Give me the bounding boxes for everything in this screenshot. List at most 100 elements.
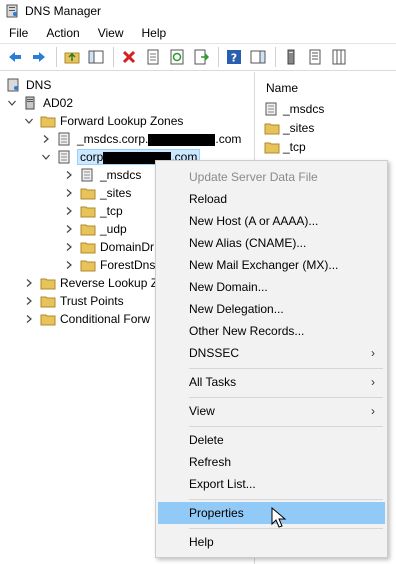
- show-hide-tree-icon[interactable]: [85, 46, 107, 68]
- chevron-right-icon[interactable]: [63, 241, 75, 253]
- toolbar-separator: [275, 47, 276, 67]
- submenu-arrow-icon: ›: [371, 404, 375, 418]
- chevron-right-icon[interactable]: [23, 295, 35, 307]
- chevron-down-icon[interactable]: [23, 115, 35, 127]
- menu-export-list[interactable]: Export List...: [158, 473, 385, 495]
- menu-help[interactable]: Help: [133, 26, 176, 40]
- forward-icon[interactable]: [28, 46, 50, 68]
- properties-icon[interactable]: [142, 46, 164, 68]
- menu-separator: [189, 426, 383, 427]
- list-item[interactable]: _tcp: [264, 138, 306, 156]
- svg-text:?: ?: [231, 52, 237, 65]
- zone-icon: [57, 132, 73, 146]
- tree-node-child-sites[interactable]: _sites: [63, 184, 131, 202]
- tree-node-child-msdcs[interactable]: _msdcs: [63, 166, 141, 184]
- menu-dnssec[interactable]: DNSSEC ›: [158, 342, 385, 364]
- chevron-right-icon[interactable]: [63, 205, 75, 217]
- delete-icon[interactable]: [118, 46, 140, 68]
- menu-separator: [189, 397, 383, 398]
- folder-icon: [264, 140, 280, 154]
- menu-new-delegation[interactable]: New Delegation...: [158, 298, 385, 320]
- folder-icon: [40, 276, 56, 290]
- corp-zone-prefix: corp: [80, 150, 104, 164]
- title-bar: DNS Manager: [0, 0, 396, 22]
- zone-icon: [264, 102, 280, 116]
- folder-icon: [80, 258, 96, 272]
- toolbar-separator: [56, 47, 57, 67]
- zone-icon: [57, 150, 73, 164]
- menu-reload[interactable]: Reload: [158, 188, 385, 210]
- menu-all-tasks[interactable]: All Tasks ›: [158, 371, 385, 393]
- menu-view[interactable]: View ›: [158, 400, 385, 422]
- tree-node-dns[interactable]: DNS: [6, 76, 51, 94]
- menu-new-domain[interactable]: New Domain...: [158, 276, 385, 298]
- action-pane-icon[interactable]: [247, 46, 269, 68]
- menu-new-host[interactable]: New Host (A or AAAA)...: [158, 210, 385, 232]
- chevron-right-icon[interactable]: [63, 259, 75, 271]
- folder-icon: [264, 121, 280, 135]
- folder-icon: [80, 240, 96, 254]
- tree-node-reverse-lookup-zones[interactable]: Reverse Lookup Z: [23, 274, 158, 292]
- toolbar: ?: [0, 43, 396, 71]
- server-list-icon[interactable]: [304, 46, 326, 68]
- submenu-arrow-icon: ›: [371, 346, 375, 360]
- folder-icon: [80, 186, 96, 200]
- refresh-icon[interactable]: [166, 46, 188, 68]
- menu-new-alias[interactable]: New Alias (CNAME)...: [158, 232, 385, 254]
- redacted-text: [148, 133, 216, 146]
- tree-node-child-udp[interactable]: _udp: [63, 220, 127, 238]
- chevron-right-icon[interactable]: [23, 277, 35, 289]
- msdcs-zone-prefix: _msdcs.corp.: [77, 132, 149, 146]
- tree-node-trust-points[interactable]: Trust Points: [23, 292, 124, 310]
- chevron-right-icon[interactable]: [63, 187, 75, 199]
- chevron-right-icon[interactable]: [63, 223, 75, 235]
- server-icon: [23, 96, 39, 110]
- export-icon[interactable]: [190, 46, 212, 68]
- msdcs-zone-suffix: .com: [215, 132, 242, 146]
- folder-icon: [40, 312, 56, 326]
- menu-separator: [189, 499, 383, 500]
- chevron-right-icon[interactable]: [63, 169, 75, 181]
- list-item[interactable]: _sites: [264, 119, 314, 137]
- menu-update-server-data-file[interactable]: Update Server Data File: [158, 166, 385, 188]
- back-icon[interactable]: [4, 46, 26, 68]
- toolbar-separator: [218, 47, 219, 67]
- column-header-name[interactable]: Name: [266, 81, 298, 95]
- chevron-right-icon[interactable]: [23, 313, 35, 325]
- menu-action[interactable]: Action: [37, 26, 88, 40]
- folder-icon: [80, 222, 96, 236]
- toolbar-separator: [113, 47, 114, 67]
- menu-separator: [189, 368, 383, 369]
- tree-node-child-tcp[interactable]: _tcp: [63, 202, 123, 220]
- list-item[interactable]: _msdcs: [264, 100, 324, 118]
- chevron-right-icon[interactable]: [40, 133, 52, 145]
- dns-root-icon: [6, 78, 22, 92]
- server-icon[interactable]: [280, 46, 302, 68]
- tree-node-msdcs-zone[interactable]: _msdcs.corp. .com: [40, 130, 241, 148]
- tree-node-child-domaindns[interactable]: DomainDr: [63, 238, 154, 256]
- chevron-down-icon[interactable]: [6, 97, 18, 109]
- menu-file[interactable]: File: [0, 26, 37, 40]
- menu-help[interactable]: Help: [158, 531, 385, 553]
- up-folder-icon[interactable]: [61, 46, 83, 68]
- context-menu: Update Server Data File Reload New Host …: [155, 160, 388, 558]
- submenu-arrow-icon: ›: [371, 375, 375, 389]
- folder-icon: [80, 204, 96, 218]
- window-title: DNS Manager: [25, 4, 102, 18]
- menu-new-mail-exchanger[interactable]: New Mail Exchanger (MX)...: [158, 254, 385, 276]
- menu-other-new-records[interactable]: Other New Records...: [158, 320, 385, 342]
- help-icon[interactable]: ?: [223, 46, 245, 68]
- tree-node-ad02[interactable]: AD02: [6, 94, 73, 112]
- folder-icon: [40, 114, 56, 128]
- tree-node-conditional-forwarders[interactable]: Conditional Forw: [23, 310, 150, 328]
- tree-node-child-forestdns[interactable]: ForestDns: [63, 256, 155, 274]
- menu-delete[interactable]: Delete: [158, 429, 385, 451]
- mouse-pointer-icon: [271, 506, 287, 529]
- menu-refresh[interactable]: Refresh: [158, 451, 385, 473]
- tree-node-forward-lookup-zones[interactable]: Forward Lookup Zones: [23, 112, 183, 130]
- server-columns-icon[interactable]: [328, 46, 350, 68]
- folder-icon: [40, 294, 56, 308]
- menu-view[interactable]: View: [89, 26, 133, 40]
- zone-icon: [80, 168, 96, 182]
- chevron-down-icon[interactable]: [40, 151, 52, 163]
